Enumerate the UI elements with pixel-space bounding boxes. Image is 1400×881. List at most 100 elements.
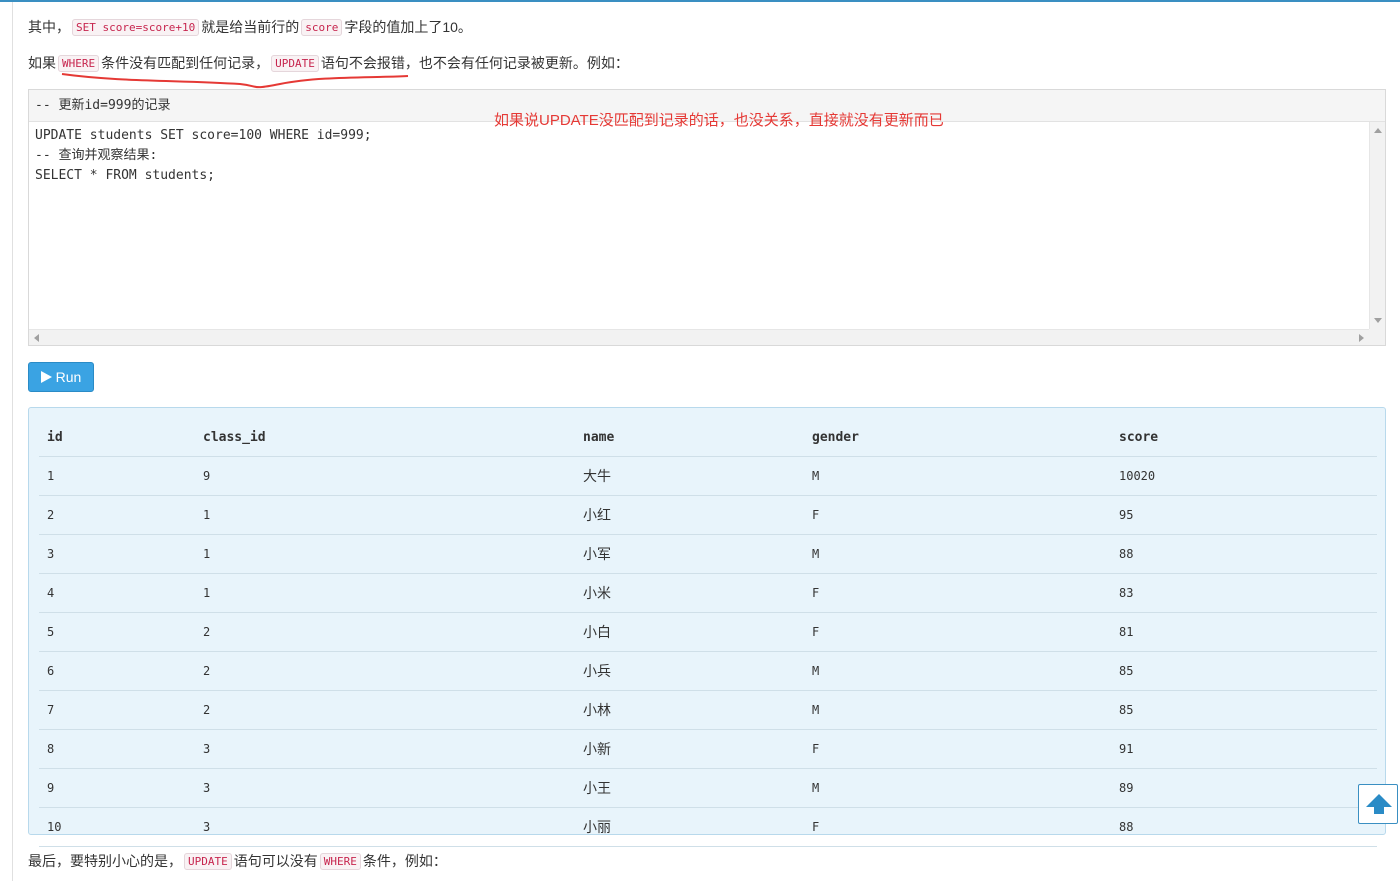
cell-name: 小白: [575, 612, 804, 652]
cell-name: 小林: [575, 690, 804, 730]
cell-score: 10020: [1111, 456, 1377, 496]
column-header-score: score: [1111, 418, 1377, 457]
cell-score: 91: [1111, 729, 1377, 769]
para1-mid: 就是给当前行的: [201, 19, 300, 35]
column-header-gender: gender: [804, 418, 1111, 457]
cell-id: 8: [39, 729, 195, 769]
column-header-class-id: class_id: [195, 418, 575, 457]
cell-score: 83: [1111, 573, 1377, 613]
cell-id: 4: [39, 573, 195, 613]
horizontal-scrollbar[interactable]: [29, 329, 1369, 345]
para1-post: 字段的值加上了10。: [344, 19, 472, 35]
cell-gender: M: [804, 690, 1111, 730]
page: 其中， SET score=score+10 就是给当前行的 score 字段的值加上了…: [0, 0, 1400, 881]
cell-class-id: 3: [195, 768, 575, 808]
query-result-panel: id class_id name gender score 1 9 大牛 M 1…: [28, 407, 1386, 847]
table-row: 10 3 小丽 F 88: [39, 807, 1377, 847]
cell-score: 81: [1111, 612, 1377, 652]
cell-gender: M: [804, 534, 1111, 574]
cell-gender: F: [804, 495, 1111, 535]
paragraph-update-without-where: 最后，要特别小心的是， UPDATE 语句可以没有 WHERE 条件，例如：: [28, 851, 447, 872]
table-header-row: id class_id name gender score: [39, 418, 1377, 457]
cell-score: 85: [1111, 690, 1377, 730]
cell-name: 小新: [575, 729, 804, 769]
cell-score: 95: [1111, 495, 1377, 535]
column-header-id: id: [39, 418, 195, 457]
cell-name: 小丽: [575, 807, 804, 847]
cell-name: 小王: [575, 768, 804, 808]
para2-mid: 条件没有匹配到任何记录，: [101, 55, 270, 71]
vertical-scrollbar[interactable]: [1369, 122, 1385, 329]
scroll-corner: [1369, 329, 1385, 345]
cell-id: 5: [39, 612, 195, 652]
table-row: 4 1 小米 F 83: [39, 573, 1377, 613]
cell-name: 小军: [575, 534, 804, 574]
cell-class-id: 9: [195, 456, 575, 496]
run-button-label: Run: [55, 369, 82, 385]
left-divider: [12, 2, 13, 881]
table-row: 8 3 小新 F 91: [39, 729, 1377, 769]
cell-id: 10: [39, 807, 195, 847]
arrow-up-icon: [1366, 794, 1392, 814]
cell-class-id: 1: [195, 495, 575, 535]
cell-gender: F: [804, 729, 1111, 769]
table-row: 3 1 小军 M 88: [39, 534, 1377, 574]
code-set-score: SET score=score+10: [72, 19, 200, 36]
cell-class-id: 2: [195, 690, 575, 730]
result-table: id class_id name gender score 1 9 大牛 M 1…: [39, 418, 1377, 847]
table-row: 5 2 小白 F 81: [39, 612, 1377, 652]
sql-code-textarea[interactable]: UPDATE students SET score=100 WHERE id=9…: [29, 122, 1369, 329]
run-button[interactable]: Run: [28, 362, 94, 392]
paragraph-where-no-match: 如果 WHERE 条件没有匹配到任何记录， UPDATE 语句不会报错，也不会有任何记录…: [28, 53, 629, 74]
cell-id: 6: [39, 651, 195, 691]
cell-id: 3: [39, 534, 195, 574]
cell-name: 小米: [575, 573, 804, 613]
table-row: 7 2 小林 M 85: [39, 690, 1377, 730]
cell-id: 2: [39, 495, 195, 535]
cell-name: 小兵: [575, 651, 804, 691]
cell-name: 大牛: [575, 456, 804, 496]
play-icon: [40, 371, 52, 383]
cell-class-id: 1: [195, 573, 575, 613]
cell-score: 88: [1111, 807, 1377, 847]
scroll-up-icon[interactable]: [1374, 128, 1382, 133]
code-where-2: WHERE: [319, 853, 361, 870]
cell-class-id: 2: [195, 651, 575, 691]
cell-score: 89: [1111, 768, 1377, 808]
cell-id: 1: [39, 456, 195, 496]
scroll-right-icon[interactable]: [1359, 334, 1364, 342]
cell-gender: M: [804, 768, 1111, 808]
cell-gender: M: [804, 651, 1111, 691]
cell-id: 7: [39, 690, 195, 730]
code-where: WHERE: [58, 55, 100, 72]
para2-post: 语句不会报错，也不会有任何记录被更新。例如：: [320, 55, 629, 71]
table-row: 6 2 小兵 M 85: [39, 651, 1377, 691]
cell-gender: F: [804, 612, 1111, 652]
cell-class-id: 1: [195, 534, 575, 574]
cell-gender: F: [804, 807, 1111, 847]
cell-score: 85: [1111, 651, 1377, 691]
code-update: UPDATE: [271, 55, 319, 72]
back-to-top-button[interactable]: [1358, 784, 1398, 824]
code-update-2: UPDATE: [184, 853, 232, 870]
cell-name: 小红: [575, 495, 804, 535]
code-score: score: [301, 19, 343, 36]
cell-id: 9: [39, 768, 195, 808]
table-row: 2 1 小红 F 95: [39, 495, 1377, 535]
para3-pre: 最后，要特别小心的是，: [28, 853, 182, 869]
para2-pre: 如果: [28, 55, 56, 71]
table-row: 1 9 大牛 M 10020: [39, 456, 1377, 496]
cell-class-id: 3: [195, 729, 575, 769]
table-row: 9 3 小王 M 89: [39, 768, 1377, 808]
cell-gender: F: [804, 573, 1111, 613]
scroll-down-icon[interactable]: [1374, 318, 1382, 323]
cell-class-id: 3: [195, 807, 575, 847]
scroll-left-icon[interactable]: [34, 334, 39, 342]
para3-mid: 语句可以没有: [233, 853, 318, 869]
column-header-name: name: [575, 418, 804, 457]
para3-post: 条件，例如：: [362, 853, 447, 869]
cell-score: 88: [1111, 534, 1377, 574]
annotation-text: 如果说UPDATE没匹配到记录的话，也没关系，直接就没有更新而已: [494, 112, 944, 129]
cell-class-id: 2: [195, 612, 575, 652]
para1-pre: 其中，: [28, 19, 70, 35]
